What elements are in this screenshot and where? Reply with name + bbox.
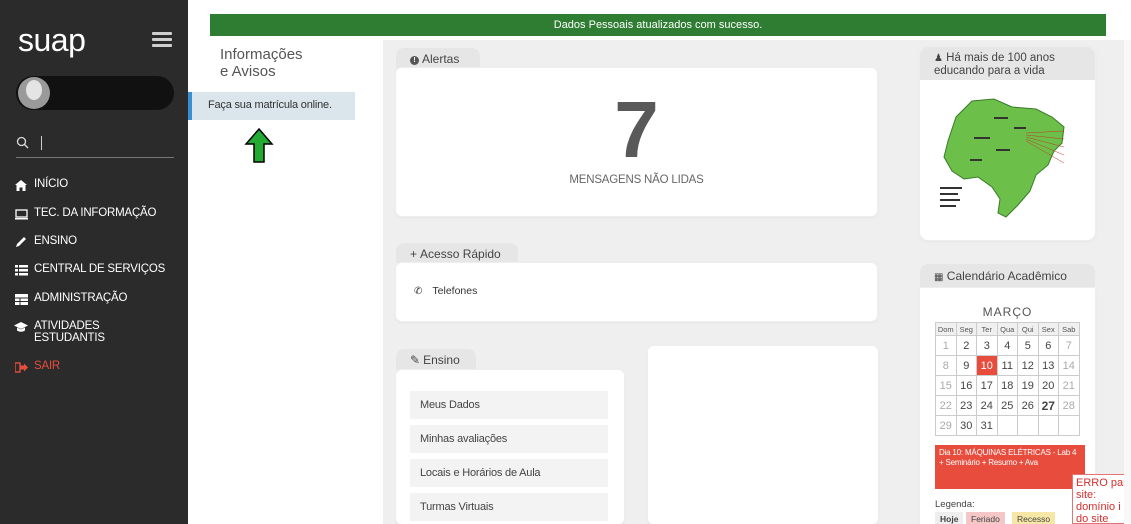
- ensino-item-turmas-virtuais[interactable]: Turmas Virtuais: [410, 493, 608, 521]
- calendar-day[interactable]: 22: [935, 395, 957, 416]
- hamburger-menu-icon[interactable]: [152, 32, 172, 47]
- phone-icon: ✆: [414, 285, 423, 297]
- calendar-grid: Dom Seg Ter Qua Qui Sex Sab 1234567 8 9 10 11 12 13…: [935, 322, 1080, 436]
- nav-inicio[interactable]: INÍCIO: [14, 178, 68, 192]
- plus-icon: +: [410, 247, 418, 261]
- calendar-panel: MARÇO Dom Seg Ter Qua Qui Sex Sab 1234567 8 9 10…: [920, 288, 1095, 524]
- calendar-day[interactable]: 19: [1017, 375, 1039, 396]
- nav-central-servicos[interactable]: CENTRAL DE SERVIÇOS: [14, 263, 165, 277]
- list-icon: [14, 263, 28, 277]
- blank-panel: [648, 346, 878, 524]
- calendar-day[interactable]: 21: [1058, 375, 1080, 396]
- calendar-day[interactable]: 26: [1017, 395, 1039, 416]
- calendar-day[interactable]: 8: [935, 355, 957, 376]
- telefones-link[interactable]: ✆ Telefones: [414, 285, 477, 297]
- suap-logo[interactable]: suap: [18, 22, 86, 59]
- nav-tec-informacao[interactable]: TEC. DA INFORMAÇÃO: [14, 207, 156, 221]
- legend-recesso: Recesso: [1012, 512, 1056, 524]
- search-input[interactable]: [38, 134, 168, 154]
- tab-alertas[interactable]: ! Alertas: [396, 48, 480, 68]
- unread-label: MENSAGENS NÃO LIDAS: [569, 174, 704, 186]
- calendar-day[interactable]: 20: [1037, 375, 1059, 396]
- calendar-day[interactable]: 28: [1058, 395, 1080, 416]
- tab-acesso-rapido[interactable]: + Acesso Rápido: [396, 243, 518, 263]
- calendar-day[interactable]: 15: [935, 375, 957, 396]
- calendar-day[interactable]: 14: [1058, 355, 1080, 376]
- calendar-event[interactable]: Dia 10: MÁQUINAS ELÉTRICAS - Lab 4 + Sem…: [935, 445, 1085, 489]
- up-arrow-icon: [244, 128, 274, 163]
- calendar-day[interactable]: 31: [976, 415, 998, 436]
- calendar-day[interactable]: 1: [935, 335, 957, 356]
- calendar-day[interactable]: 12: [1017, 355, 1039, 376]
- ensino-panel: Meus Dados Minhas avaliações Locais e Ho…: [396, 370, 624, 524]
- alerts-panel: 7 MENSAGENS NÃO LIDAS: [396, 68, 877, 216]
- calendar-day[interactable]: 13: [1037, 355, 1059, 376]
- sidebar: suap INÍCIO TEC. DA INFORMAÇÃO ENSINO CE…: [0, 0, 188, 524]
- calendar-month: MARÇO: [982, 305, 1033, 319]
- sign-out-icon: [14, 360, 28, 374]
- success-banner: Dados Pessoais atualizados com sucesso.: [210, 14, 1106, 36]
- calendar-day: [996, 415, 1018, 436]
- calendar-header: ▦ Calendário Acadêmico: [920, 264, 1095, 288]
- calendar-day: [1058, 415, 1080, 436]
- pencil-icon: [14, 235, 28, 249]
- calendar-day[interactable]: 7: [1058, 335, 1080, 356]
- ensino-item-horarios[interactable]: Locais e Horários de Aula: [410, 459, 608, 487]
- calendar-day[interactable]: 23: [955, 395, 977, 416]
- calendar-day[interactable]: 6: [1037, 335, 1059, 356]
- calendar-day: [1017, 415, 1039, 436]
- graduation-cap-icon: [14, 320, 28, 334]
- scrollbar[interactable]: [1124, 40, 1131, 524]
- info-title: Informações e Avisos: [220, 46, 303, 80]
- legend-label: Legenda:: [935, 499, 975, 510]
- calendar-day-event[interactable]: 10: [976, 355, 998, 376]
- calendar-day[interactable]: 24: [976, 395, 998, 416]
- alert-icon: !: [410, 56, 419, 65]
- tab-ensino[interactable]: ✎ Ensino: [396, 349, 476, 371]
- nav-administracao[interactable]: ADMINISTRAÇÃO: [14, 292, 127, 306]
- home-icon: [14, 178, 28, 192]
- legend-feriado: Feriado: [966, 512, 1005, 524]
- table-icon: [14, 292, 28, 306]
- avatar: [18, 77, 50, 109]
- calendar-day[interactable]: 25: [996, 395, 1018, 416]
- history-header: ♟ Há mais de 100 anos educando para a vid…: [920, 47, 1095, 80]
- bahia-map-image: [940, 98, 1065, 218]
- calendar-day[interactable]: 16: [955, 375, 977, 396]
- calendar-day[interactable]: 3: [976, 335, 998, 356]
- search-icon: [16, 136, 29, 149]
- calendar-icon: ▦: [934, 272, 944, 283]
- calendar-day[interactable]: 9: [955, 355, 977, 376]
- calendar-day[interactable]: 30: [955, 415, 977, 436]
- history-panel: ♟ Há mais de 100 anos educando para a vid…: [920, 47, 1095, 240]
- calendar-day[interactable]: 29: [935, 415, 957, 436]
- ensino-item-avaliacoes[interactable]: Minhas avaliações: [410, 425, 608, 453]
- calendar-day[interactable]: 17: [976, 375, 998, 396]
- nav-ensino[interactable]: ENSINO: [14, 235, 77, 249]
- quick-access-panel: ✆ Telefones: [396, 263, 877, 321]
- nav-sair[interactable]: SAIR: [14, 360, 60, 374]
- pencil-icon: ✎: [410, 353, 421, 367]
- users-icon: ♟: [934, 53, 943, 64]
- calendar-day-today[interactable]: 27: [1037, 395, 1059, 416]
- error-popup[interactable]: ERRO par site: domínio i do site: [1072, 474, 1131, 524]
- calendar-day[interactable]: 5: [1017, 335, 1039, 356]
- monitor-icon: [14, 207, 28, 221]
- calendar-day: [1037, 415, 1059, 436]
- legend-hoje: Hoje: [935, 512, 964, 524]
- calendar-day[interactable]: 18: [996, 375, 1018, 396]
- calendar-day[interactable]: 4: [996, 335, 1018, 356]
- nav-atividades-estudantis[interactable]: ATIVIDADES ESTUDANTIS: [14, 320, 105, 344]
- info-item-matricula[interactable]: Faça sua matrícula online.: [188, 92, 355, 120]
- unread-count[interactable]: 7: [396, 90, 877, 170]
- ensino-item-meus-dados[interactable]: Meus Dados: [410, 391, 608, 419]
- calendar-day[interactable]: 11: [996, 355, 1018, 376]
- user-profile[interactable]: [16, 76, 174, 110]
- calendar-day[interactable]: 2: [955, 335, 977, 356]
- search-box: [16, 130, 174, 158]
